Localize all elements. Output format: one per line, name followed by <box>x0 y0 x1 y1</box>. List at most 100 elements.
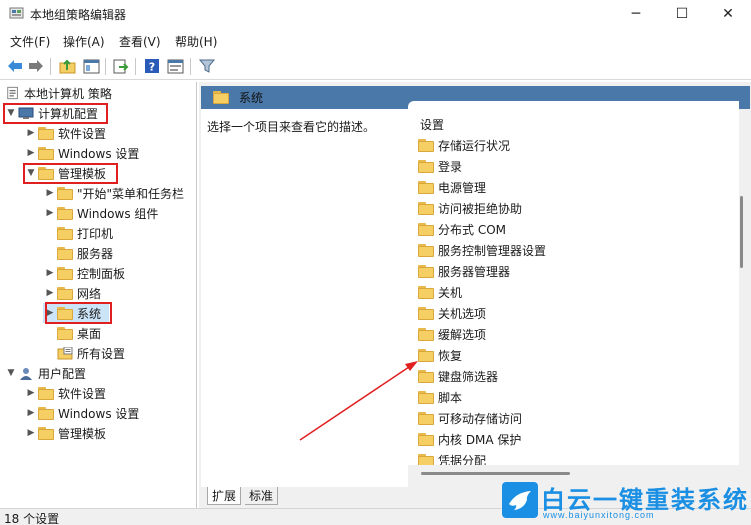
list-item[interactable]: 可移动存储访问 <box>418 408 522 428</box>
list-item-label: 关机选项 <box>438 306 487 321</box>
vertical-scrollbar[interactable] <box>740 196 743 268</box>
tree-item-user-admin-templates[interactable]: ▶ 管理模板 <box>24 423 106 443</box>
maximize-button[interactable]: ☐ <box>659 0 705 28</box>
chevron-right-icon[interactable]: ▶ <box>43 203 57 223</box>
svg-text:?: ? <box>149 61 155 74</box>
list-item[interactable]: 键盘筛选器 <box>418 366 498 386</box>
toolbar-separator <box>105 58 106 75</box>
up-folder-icon[interactable] <box>57 56 77 76</box>
folder-icon <box>57 206 73 220</box>
list-item[interactable]: 凭据分配 <box>418 450 486 465</box>
help-icon[interactable]: ? <box>142 56 162 76</box>
tab-standard[interactable]: 标准 <box>245 487 279 505</box>
list-item-label: 电源管理 <box>438 180 487 195</box>
toolbar-separator <box>190 58 191 75</box>
tree-item-label: 打印机 <box>77 226 114 241</box>
tree-item-start-menu[interactable]: ▶ "开始"菜单和任务栏 <box>43 183 184 203</box>
chevron-down-icon[interactable]: ▼ <box>4 363 18 383</box>
list-item[interactable]: 登录 <box>418 156 462 176</box>
folder-icon <box>418 369 434 383</box>
tree-item-label: 本地计算机 策略 <box>24 86 112 101</box>
list-item[interactable]: 内核 DMA 保护 <box>418 429 521 449</box>
filter-icon[interactable] <box>197 56 217 76</box>
list-item[interactable]: 服务器管理器 <box>418 261 510 281</box>
all-settings-icon <box>57 346 73 359</box>
tree-item-windows-components[interactable]: ▶ Windows 组件 <box>43 203 158 223</box>
tree-item-user-windows-settings[interactable]: ▶ Windows 设置 <box>24 403 139 423</box>
close-button[interactable]: ✕ <box>705 0 751 28</box>
list-item-label: 服务器管理器 <box>438 264 511 279</box>
chevron-right-icon[interactable]: ▶ <box>24 403 38 423</box>
menu-action[interactable]: 操作(A) <box>63 33 105 50</box>
list-item-label: 凭据分配 <box>438 453 487 466</box>
chevron-right-icon[interactable]: ▶ <box>24 383 38 403</box>
back-icon[interactable] <box>5 56 25 76</box>
tree-item-all-settings[interactable]: 所有设置 <box>57 343 125 363</box>
list-item-label: 访问被拒绝协助 <box>438 201 523 216</box>
watermark-url: www.baiyunxitong.com <box>543 510 655 520</box>
chevron-right-icon[interactable]: ▶ <box>24 123 38 143</box>
tree-item-desktop[interactable]: 桌面 <box>57 323 101 343</box>
list-item[interactable]: 电源管理 <box>418 177 486 197</box>
minimize-button[interactable]: ─ <box>613 0 659 28</box>
folder-icon <box>213 91 229 104</box>
list-item[interactable]: 访问被拒绝协助 <box>418 198 522 218</box>
folder-icon <box>38 146 54 160</box>
list-item[interactable]: 关机 <box>418 282 462 302</box>
tree-item-root[interactable]: 本地计算机 策略 <box>6 83 112 103</box>
list-item-label: 存储运行状况 <box>438 138 511 153</box>
list-item[interactable]: 脚本 <box>418 387 462 407</box>
folder-icon <box>57 246 73 260</box>
policy-document-icon <box>7 86 18 100</box>
menu-file[interactable]: 文件(F) <box>10 33 50 50</box>
tree-item-network[interactable]: ▶ 网络 <box>43 283 101 303</box>
tree-item-printers[interactable]: 打印机 <box>57 223 113 243</box>
folder-icon <box>57 186 73 200</box>
menu-help[interactable]: 帮助(H) <box>175 33 217 50</box>
settings-list[interactable]: 设置 存储运行状况 登录 电源管理 访问被拒绝协助 分布式 COM 服务控制管理… <box>408 101 739 465</box>
list-item[interactable]: 服务控制管理器设置 <box>418 240 546 260</box>
tree-item-windows-settings[interactable]: ▶ Windows 设置 <box>24 143 139 163</box>
tree-item-label: 软件设置 <box>58 126 107 141</box>
tree-item-control-panel[interactable]: ▶ 控制面板 <box>43 263 125 283</box>
folder-icon <box>418 348 434 362</box>
list-item[interactable]: 恢复 <box>418 345 462 365</box>
folder-icon <box>418 285 434 299</box>
description-pane: 选择一个项目来查看它的描述。 <box>201 109 408 487</box>
chevron-right-icon[interactable]: ▶ <box>43 183 57 203</box>
chevron-right-icon[interactable]: ▶ <box>43 283 57 303</box>
column-header-setting[interactable]: 设置 <box>420 116 444 133</box>
tree-item-label: 控制面板 <box>77 266 126 281</box>
folder-icon <box>418 222 434 236</box>
folder-icon <box>38 426 54 440</box>
forward-icon[interactable] <box>26 56 46 76</box>
list-item-label: 可移动存储访问 <box>438 411 523 426</box>
list-item-label: 服务控制管理器设置 <box>438 243 547 258</box>
menu-view[interactable]: 查看(V) <box>119 33 161 50</box>
export-list-icon[interactable] <box>110 56 130 76</box>
tree-item-label: 用户配置 <box>38 366 87 381</box>
tree-item-user-config[interactable]: ▼ 用户配置 <box>4 363 86 383</box>
show-hide-tree-icon[interactable] <box>81 56 101 76</box>
list-item[interactable]: 分布式 COM <box>418 219 506 239</box>
description-text: 选择一个项目来查看它的描述。 <box>207 120 376 134</box>
list-item[interactable]: 缓解选项 <box>418 324 486 344</box>
folder-icon <box>418 453 434 465</box>
horizontal-scrollbar[interactable] <box>421 472 570 475</box>
folder-icon <box>418 306 434 320</box>
highlight-box-system <box>45 302 112 324</box>
tree-item-server[interactable]: 服务器 <box>57 243 113 263</box>
list-item[interactable]: 存储运行状况 <box>418 135 510 155</box>
folder-icon <box>418 264 434 278</box>
folder-icon <box>418 243 434 257</box>
tree-item-label: 所有设置 <box>77 346 126 361</box>
chevron-right-icon[interactable]: ▶ <box>24 143 38 163</box>
tab-extended[interactable]: 扩展 <box>207 487 242 505</box>
tree-item-user-software-settings[interactable]: ▶ 软件设置 <box>24 383 106 403</box>
watermark: 白云一键重装系统 www.baiyunxitong.com <box>497 478 751 525</box>
chevron-right-icon[interactable]: ▶ <box>43 263 57 283</box>
list-item[interactable]: 关机选项 <box>418 303 486 323</box>
chevron-right-icon[interactable]: ▶ <box>24 423 38 443</box>
properties-icon[interactable] <box>165 56 185 76</box>
tree-item-software-settings[interactable]: ▶ 软件设置 <box>24 123 106 143</box>
